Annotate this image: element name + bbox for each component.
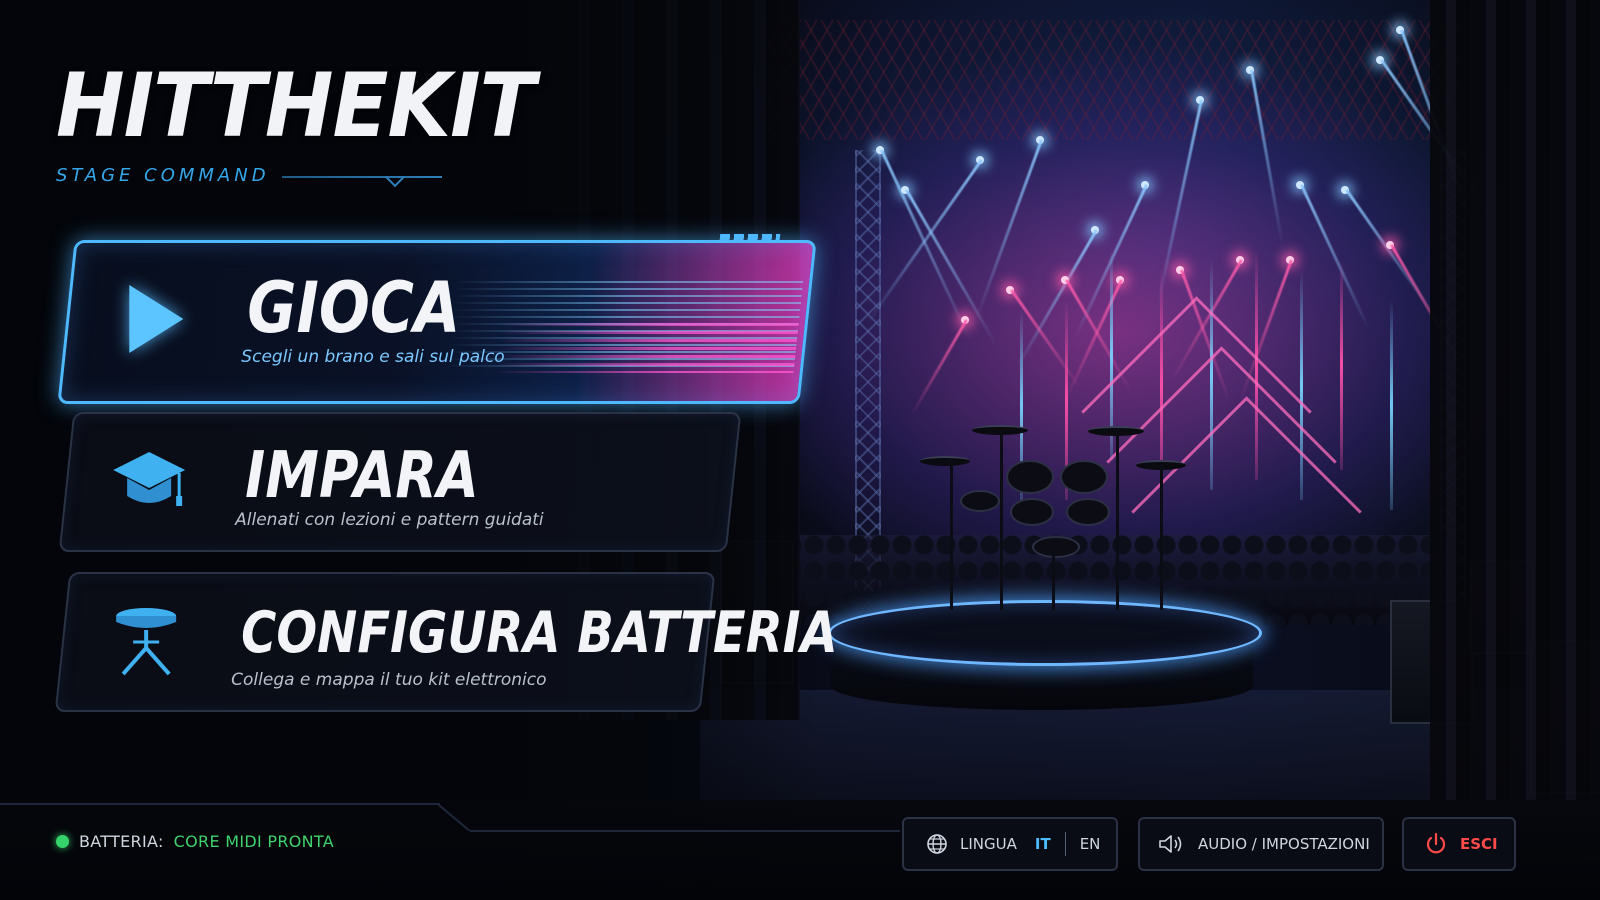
- play-button-description: Scegli un brano e sali sul palco: [241, 347, 505, 367]
- play-button-glow-streaks: [493, 323, 799, 373]
- learn-button-label: IMPARA: [245, 438, 479, 513]
- drum-kit-silhouette: [920, 420, 1200, 620]
- audio-settings-label: AUDIO / IMPOSTAZIONI: [1198, 835, 1370, 853]
- configure-button-description: Collega e mappa il tuo kit elettronico: [231, 670, 547, 690]
- subtitle-divider: [282, 176, 442, 178]
- status-value: CORE MIDI PRONTA: [173, 832, 334, 851]
- led-light-bar: [1340, 260, 1343, 470]
- led-light-bar: [1390, 300, 1393, 510]
- drum-status: BATTERIA: CORE MIDI PRONTA: [56, 832, 334, 851]
- language-selector: LINGUA IT EN: [902, 817, 1118, 871]
- graduation-cap-icon: [113, 452, 186, 506]
- status-label: BATTERIA:: [79, 832, 164, 851]
- audio-settings-button[interactable]: AUDIO / IMPOSTAZIONI: [1138, 817, 1384, 871]
- language-label: LINGUA: [960, 835, 1017, 853]
- globe-icon: [927, 834, 947, 854]
- language-separator: [1064, 832, 1066, 856]
- power-icon: [1426, 832, 1446, 854]
- configure-drums-button[interactable]: CONFIGURA BATTERIA Collega e mappa il tu…: [54, 572, 838, 712]
- learn-button[interactable]: IMPARA Allenati con lezioni e pattern gu…: [58, 412, 742, 552]
- learn-button-description: Allenati con lezioni e pattern guidati: [235, 510, 544, 530]
- drum-throne-icon: [116, 608, 177, 676]
- stage-truss-top: [760, 20, 1460, 140]
- status-indicator-dot: [56, 835, 69, 848]
- play-button[interactable]: GIOCA Scegli un brano e sali sul palco: [57, 234, 817, 404]
- play-icon: [129, 285, 184, 353]
- stage-curtain-right: [1430, 0, 1600, 800]
- game-title: HITTHEKIT: [56, 55, 536, 158]
- language-option-en[interactable]: EN: [1080, 835, 1101, 853]
- exit-button[interactable]: ESCI: [1402, 817, 1516, 871]
- configure-button-label: CONFIGURA BATTERIA: [241, 600, 838, 667]
- main-menu-screen: HITTHEKIT STAGE COMMAND GIOCA Scegli un …: [0, 0, 1600, 900]
- play-button-label: GIOCA: [247, 267, 461, 350]
- bottom-bar-divider: [0, 803, 440, 805]
- language-option-it[interactable]: IT: [1035, 835, 1051, 853]
- bottom-bar-divider: [470, 830, 900, 832]
- game-subtitle: STAGE COMMAND: [56, 165, 270, 186]
- play-button-tab-marks: [719, 234, 781, 240]
- exit-label: ESCI: [1460, 835, 1498, 853]
- speaker-icon: [1159, 835, 1182, 853]
